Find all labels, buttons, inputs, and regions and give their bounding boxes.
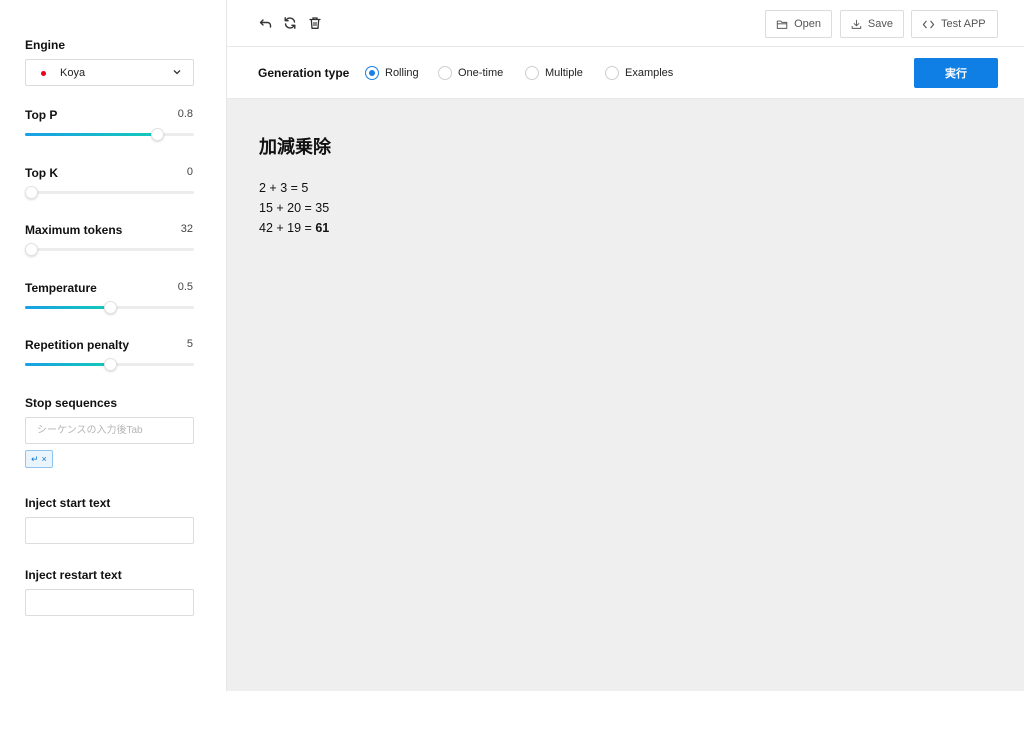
test-app-button[interactable]: Test APP bbox=[911, 10, 998, 38]
radio-one-time[interactable]: One-time bbox=[438, 66, 503, 80]
settings-sidebar: Engine Koya Top P 0.8 Top K 0 Maximum to… bbox=[0, 0, 227, 691]
open-button[interactable]: Open bbox=[765, 10, 832, 38]
radio-circle[interactable] bbox=[525, 66, 539, 80]
temperature-slider[interactable] bbox=[25, 301, 194, 314]
document-line: 42 + 19 = 61 bbox=[259, 221, 330, 235]
slider-thumb[interactable] bbox=[25, 243, 38, 256]
save-button[interactable]: Save bbox=[840, 10, 904, 38]
max-tokens-value: 32 bbox=[180, 223, 193, 235]
inject-restart-label: Inject restart text bbox=[25, 568, 122, 582]
slider-thumb[interactable] bbox=[103, 358, 117, 371]
radio-circle[interactable] bbox=[605, 66, 619, 80]
repetition-penalty-value: 5 bbox=[186, 338, 193, 350]
undo-icon[interactable] bbox=[259, 16, 273, 30]
stop-sequences-input[interactable] bbox=[25, 417, 194, 444]
toolbar: Open Save Test APP bbox=[227, 0, 1024, 47]
save-label: Save bbox=[867, 18, 893, 30]
trash-icon[interactable] bbox=[308, 16, 322, 30]
open-label: Open bbox=[794, 18, 821, 30]
generated-text: 61 bbox=[315, 221, 330, 235]
generation-type-bar: Generation type Rolling One-time Multipl… bbox=[227, 47, 1024, 99]
generation-type-label: Generation type bbox=[258, 66, 350, 80]
max-tokens-label: Maximum tokens bbox=[25, 223, 123, 237]
document-line: 15 + 20 = 35 bbox=[259, 201, 330, 215]
top-k-slider[interactable] bbox=[25, 186, 194, 199]
document-editor[interactable]: 加減乗除 2 + 3 = 5 15 + 20 = 35 42 + 19 = 61 bbox=[227, 99, 1024, 691]
run-button[interactable]: 実行 bbox=[914, 58, 998, 88]
repetition-penalty-label: Repetition penalty bbox=[25, 338, 130, 352]
temperature-value: 0.5 bbox=[177, 281, 193, 293]
radio-circle[interactable] bbox=[438, 66, 452, 80]
repetition-penalty-slider[interactable] bbox=[25, 358, 194, 371]
chevron-down-icon bbox=[173, 70, 181, 75]
slider-thumb[interactable] bbox=[150, 128, 164, 141]
document-line: 2 + 3 = 5 bbox=[259, 181, 309, 195]
top-p-value: 0.8 bbox=[177, 108, 193, 120]
inject-start-input[interactable] bbox=[25, 517, 194, 544]
document-title: 加減乗除 bbox=[259, 137, 331, 158]
engine-select[interactable]: Koya bbox=[25, 59, 194, 86]
stop-sequence-chip[interactable]: ↵ × bbox=[25, 450, 53, 468]
engine-status-dot bbox=[41, 71, 46, 76]
stop-sequences-label: Stop sequences bbox=[25, 396, 118, 410]
download-icon bbox=[851, 19, 862, 29]
code-icon bbox=[922, 20, 935, 28]
inject-restart-input[interactable] bbox=[25, 589, 194, 616]
radio-rolling[interactable]: Rolling bbox=[365, 66, 419, 80]
radio-examples[interactable]: Examples bbox=[605, 66, 673, 80]
top-p-slider[interactable] bbox=[25, 128, 194, 141]
top-p-label: Top P bbox=[25, 108, 58, 122]
top-k-value: 0 bbox=[186, 166, 193, 178]
radio-multiple[interactable]: Multiple bbox=[525, 66, 583, 80]
slider-thumb[interactable] bbox=[103, 301, 117, 314]
folder-icon bbox=[776, 20, 788, 29]
test-app-label: Test APP bbox=[941, 18, 986, 30]
chip-remove-icon[interactable]: × bbox=[42, 451, 47, 467]
inject-start-label: Inject start text bbox=[25, 496, 111, 510]
radio-circle[interactable] bbox=[365, 66, 379, 80]
engine-label: Engine bbox=[25, 38, 66, 52]
return-key-icon: ↵ bbox=[31, 454, 39, 464]
slider-thumb[interactable] bbox=[25, 186, 38, 199]
engine-value: Koya bbox=[60, 67, 86, 79]
max-tokens-slider[interactable] bbox=[25, 243, 194, 256]
temperature-label: Temperature bbox=[25, 281, 97, 295]
refresh-icon[interactable] bbox=[283, 16, 297, 30]
top-k-label: Top K bbox=[25, 166, 59, 180]
